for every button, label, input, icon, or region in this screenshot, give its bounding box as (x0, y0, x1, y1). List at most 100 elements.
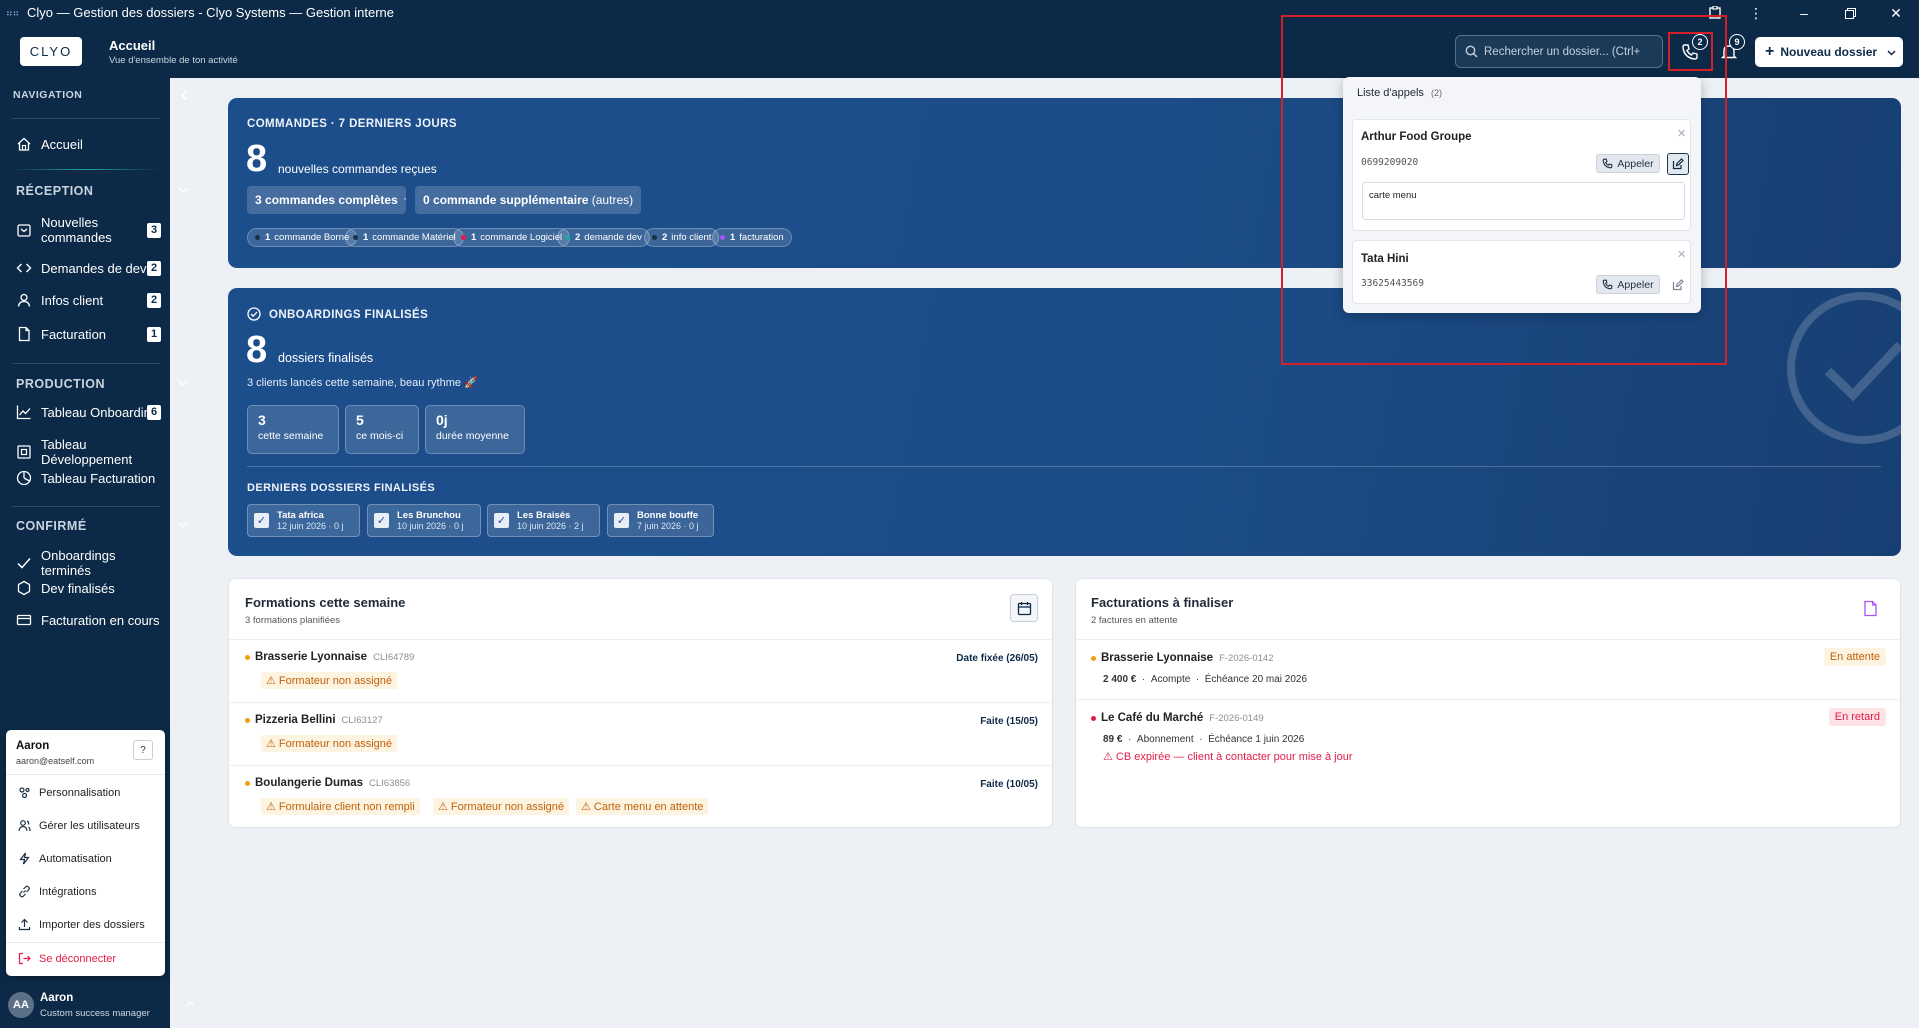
warning-badge: ⚠ Formateur non assigné (433, 798, 570, 815)
new-dossier-button[interactable]: + Nouveau dossier (1755, 37, 1903, 67)
sidebar-item-nouvelles-commandes[interactable]: Nouvelles commandes 3 (16, 214, 161, 246)
menu-item-automatisation[interactable]: Automatisation (18, 852, 112, 865)
sidebar-item-onboardings-termines[interactable]: Onboardings terminés (16, 548, 161, 578)
call-button[interactable]: Appeler (1596, 275, 1660, 294)
sidebar-item-tableau-facturation[interactable]: Tableau Facturation (16, 470, 161, 486)
call-item: Arthur Food Groupe ✕ 0699209020 Appeler … (1352, 119, 1691, 231)
invoice-button[interactable] (1856, 594, 1884, 622)
row-status: Faite (15/05) (980, 716, 1038, 727)
chevron-up-icon[interactable] (185, 1000, 195, 1008)
menu-item-integrations[interactable]: Intégrations (18, 885, 96, 898)
chevron-down-icon[interactable] (178, 521, 188, 529)
table-row[interactable]: Brasserie Lyonnaise CLI64789 Date fixée (… (229, 639, 1052, 702)
menu-item-label: Intégrations (39, 885, 97, 898)
order-tag[interactable]: 1 commande Logiciel (453, 228, 571, 247)
sidebar-item-tableau-developpement[interactable]: Tableau Développement (16, 437, 161, 467)
stat-value: 5 (356, 412, 364, 428)
close-icon[interactable]: ✕ (1677, 127, 1686, 140)
collapse-sidebar-icon[interactable] (180, 90, 189, 101)
chevron-down-icon[interactable] (178, 186, 188, 194)
calendar-button[interactable] (1010, 594, 1038, 622)
sidebar-item-infos-client[interactable]: Infos client 2 (16, 292, 161, 308)
table-row[interactable]: Pizzeria Bellini CLI63127 Faite (15/05) ⚠… (229, 702, 1052, 765)
new-dossier-label: Nouveau dossier (1780, 45, 1878, 59)
menu-item-personnalisation[interactable]: Personnalisation (18, 786, 120, 799)
sidebar-item-facturation-en-cours[interactable]: Facturation en cours (16, 612, 161, 628)
order-tag[interactable]: 1 facturation (712, 228, 792, 247)
recent-dossier-chip[interactable]: ✓ Tata africa 12 juin 2026 · 0 j (247, 504, 360, 537)
recent-dossier-chip[interactable]: ✓ Bonne bouffe 7 juin 2026 · 0 j (607, 504, 714, 537)
restore-button[interactable] (1840, 3, 1860, 23)
sidebar-item-label: Nouvelles commandes (41, 215, 112, 245)
edit-note-button[interactable] (1667, 153, 1689, 175)
warning-badge: ⚠ Formateur non assigné (261, 672, 398, 689)
stat-value: 3 (258, 412, 266, 428)
help-button[interactable]: ? (133, 740, 153, 760)
extra-orders-text: commande supplémentaire (433, 193, 589, 207)
chip-name: Bonne bouffe (637, 510, 699, 521)
formations-subtitle: 3 formations planifiées (245, 615, 341, 626)
sidebar-item-accueil[interactable]: Accueil (16, 136, 161, 152)
menu-item-gerer-utilisateurs[interactable]: Gérer les utilisateurs (18, 819, 140, 832)
recent-dossier-chip[interactable]: ✓ Les Brunchou 10 juin 2026 · 0 j (367, 504, 481, 537)
tag-text: commande Logiciel (480, 232, 563, 243)
credit-card-icon (16, 614, 32, 626)
menu-item-importer-dossiers[interactable]: Importer des dossiers (18, 918, 145, 931)
user-footer[interactable]: AA Aaron Custom success manager (0, 982, 195, 1028)
tag-num: 2 (662, 232, 668, 243)
recent-dossier-chip[interactable]: ✓ Les Braisés 10 juin 2026 · 2 j (487, 504, 600, 537)
search-placeholder: Rechercher un dossier... (Ctrl+ (1484, 45, 1641, 58)
sidebar-item-tableau-onboarding[interactable]: Tableau Onboarding 6 (16, 404, 161, 420)
row-amount: 89 € (1103, 734, 1123, 745)
order-tag[interactable]: 2 info client (644, 228, 720, 247)
sidebar-item-demandes-dev[interactable]: Demandes de dev 2 (16, 260, 161, 276)
order-tag[interactable]: 1 commande Borne (247, 228, 358, 247)
call-phone: 33625443569 (1361, 278, 1424, 289)
order-tag[interactable]: 2 demande dev (557, 228, 650, 247)
sidebar-item-label: Tableau Facturation (41, 470, 156, 486)
tag-text: commande Borne (274, 232, 350, 243)
palette-icon (19, 787, 30, 799)
complete-orders-pill[interactable]: 3 commandes complètes (247, 186, 406, 214)
extra-orders-pill[interactable]: 0 commande supplémentaire (autres) (415, 186, 642, 214)
minimize-button[interactable]: – (1794, 3, 1814, 23)
sidebar-item-label: Tableau Onboarding (41, 404, 159, 420)
section-production[interactable]: PRODUCTION (16, 377, 105, 391)
calls-count: (2) (1431, 88, 1442, 98)
menu-item-se-deconnecter[interactable]: Se déconnecter (18, 952, 116, 965)
chevron-down-icon[interactable] (178, 379, 188, 387)
close-window-button[interactable]: ✕ (1886, 3, 1906, 23)
title-bar: ⠶⠶ Clyo — Gestion des dossiers - Clyo Sy… (0, 0, 1919, 26)
call-note-input[interactable]: carte menu (1362, 182, 1685, 220)
call-button-label: Appeler (1617, 157, 1654, 170)
section-confirme[interactable]: CONFIRMÉ (16, 519, 87, 533)
sidebar-item-facturation[interactable]: Facturation 1 (16, 326, 161, 342)
sidebar-item-label: Dev finalisés (41, 580, 115, 596)
row-code: F-2026-0149 (1209, 712, 1264, 724)
order-tag[interactable]: 1 commande Matériel (345, 228, 464, 247)
home-icon (17, 137, 31, 151)
tag-dot (652, 235, 657, 240)
more-options-icon[interactable]: ⋮ (1746, 3, 1766, 23)
table-row[interactable]: Le Café du Marché F-2026-0149 89 € · Abon… (1076, 699, 1900, 771)
call-button[interactable]: Appeler (1596, 154, 1660, 173)
status-badge: En retard (1828, 708, 1886, 726)
facturations-subtitle: 2 factures en attente (1091, 615, 1178, 626)
extensions-icon[interactable] (1705, 3, 1725, 23)
section-reception[interactable]: RÉCEPTION (16, 184, 93, 198)
menu-item-label: Se déconnecter (39, 952, 117, 965)
search-input[interactable]: Rechercher un dossier... (Ctrl+ (1455, 35, 1663, 68)
logout-icon (18, 952, 31, 965)
complete-orders-num: 3 (255, 193, 262, 207)
table-row[interactable]: Boulangerie Dumas CLI63856 Faite (10/05) … (229, 765, 1052, 828)
chip-meta: 7 juin 2026 · 0 j (637, 521, 699, 531)
sidebar-item-dev-finalises[interactable]: Dev finalisés (16, 580, 161, 596)
table-row[interactable]: Brasserie Lyonnaise F-2026-0142 2 400 € ·… (1076, 639, 1900, 699)
logo[interactable]: CLYO (20, 37, 82, 66)
line-chart-icon (16, 405, 31, 420)
calls-button[interactable]: 2 (1675, 34, 1708, 67)
edit-note-button[interactable] (1667, 274, 1689, 296)
close-icon[interactable]: ✕ (1677, 248, 1686, 261)
chevron-down-icon (1887, 49, 1896, 56)
notifications-button[interactable]: 9 (1714, 34, 1745, 67)
